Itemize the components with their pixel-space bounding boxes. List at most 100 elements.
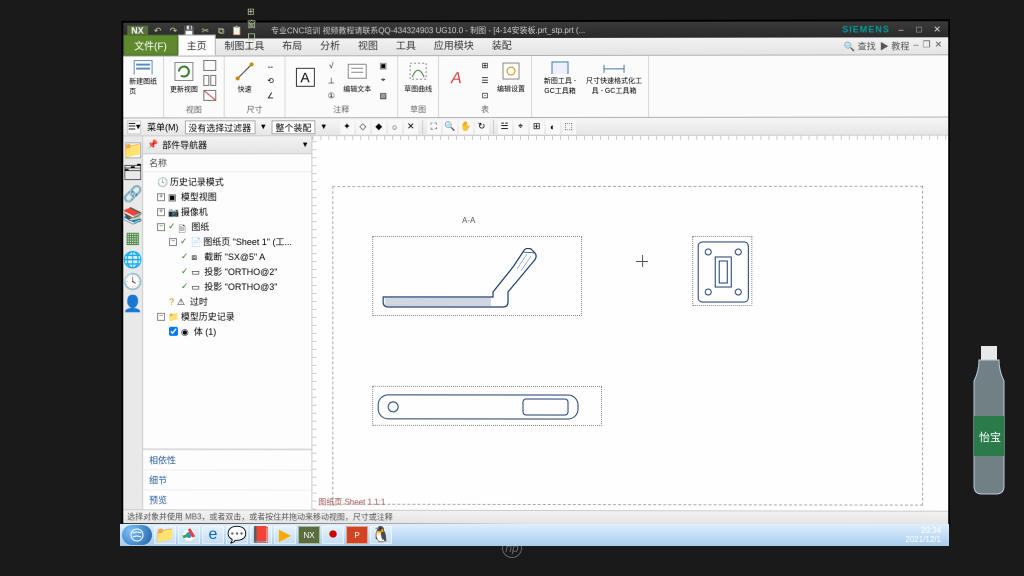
hole-table-icon[interactable]: ⊡ bbox=[477, 88, 493, 102]
note-button[interactable]: A bbox=[291, 58, 319, 96]
pdf-task-icon[interactable]: 📕 bbox=[250, 526, 272, 544]
collapse-icon[interactable]: − bbox=[157, 223, 165, 231]
hd3d-tab[interactable]: ▦ bbox=[125, 230, 141, 246]
wcs-icon[interactable]: ⌖ bbox=[514, 120, 528, 134]
tab-tools[interactable]: 工具 bbox=[387, 34, 425, 55]
view-zoom-icon[interactable]: 🔍 bbox=[443, 120, 457, 134]
gdt-icon[interactable]: ⌖ bbox=[375, 73, 391, 87]
explorer-task-icon[interactable]: 📁 bbox=[154, 526, 176, 544]
snap-intersect-icon[interactable]: ✕ bbox=[404, 120, 418, 134]
snap-mid-icon[interactable]: ◇ bbox=[356, 120, 370, 134]
collapse-icon[interactable]: − bbox=[169, 238, 177, 246]
selection-filter-combo[interactable]: 没有选择过滤器 bbox=[184, 120, 255, 134]
group-sheet: 新建图纸页 bbox=[123, 57, 164, 118]
sketch-curve-button[interactable]: 草图曲线 bbox=[404, 58, 432, 96]
weld-symbol-icon[interactable]: ⊥ bbox=[323, 73, 339, 87]
feature-checkbox[interactable] bbox=[169, 327, 178, 336]
chrome-task-icon[interactable] bbox=[178, 526, 200, 544]
projected-view-icon[interactable] bbox=[202, 73, 218, 87]
close-icon[interactable]: ✕ bbox=[930, 24, 944, 35]
menu-label[interactable]: 菜单(M) bbox=[147, 120, 178, 133]
hatch-icon[interactable]: ▨ bbox=[375, 88, 391, 102]
tab-layout[interactable]: 布局 bbox=[273, 34, 311, 55]
surface-finish-icon[interactable]: √ bbox=[323, 58, 339, 72]
angular-dim-icon[interactable]: ∠ bbox=[263, 88, 279, 102]
grid-icon[interactable]: ⊞ bbox=[530, 119, 544, 133]
radial-dim-icon[interactable]: ⟲ bbox=[263, 73, 279, 87]
expand-icon[interactable]: + bbox=[157, 208, 165, 216]
layer-icon[interactable]: ☱ bbox=[498, 120, 512, 134]
snap-center-icon[interactable]: ○ bbox=[388, 120, 402, 134]
preview-panel[interactable]: 预览 bbox=[143, 489, 311, 509]
view-rotate-icon[interactable]: ↻ bbox=[475, 120, 489, 134]
start-button[interactable] bbox=[122, 525, 152, 545]
expand-icon[interactable]: + bbox=[157, 193, 165, 201]
roles-tab[interactable]: 👤 bbox=[125, 296, 141, 312]
ie-task-icon[interactable]: e bbox=[202, 526, 224, 544]
wireframe-icon[interactable]: ⬚ bbox=[562, 119, 576, 133]
view-fit-icon[interactable]: ⛶ bbox=[427, 120, 441, 134]
snap-end-icon[interactable]: ◆ bbox=[372, 120, 386, 134]
tab-app-module[interactable]: 应用模块 bbox=[425, 34, 483, 55]
doc-restore-icon[interactable]: ❐ bbox=[922, 39, 930, 52]
tab-drawing-tools[interactable]: 制图工具 bbox=[216, 34, 274, 55]
doc-minimize-icon[interactable]: – bbox=[913, 39, 918, 52]
pin-icon[interactable]: 📌 bbox=[147, 139, 158, 150]
navigator-menu-icon[interactable]: ▾ bbox=[303, 139, 308, 150]
reuse-library-tab[interactable]: 📚 bbox=[125, 208, 141, 224]
doc-close-icon[interactable]: ✕ bbox=[935, 39, 943, 52]
parts-list-icon[interactable]: ☰ bbox=[477, 73, 493, 87]
edit-settings-button[interactable]: 编辑设置 bbox=[497, 58, 525, 96]
gc-dimension-format-button[interactable]: 尺寸快速格式化工具 - GC工具箱 bbox=[586, 58, 642, 96]
potplayer-task-icon[interactable]: ▶ bbox=[274, 526, 296, 544]
table-icon[interactable]: ⊞ bbox=[477, 58, 493, 72]
tab-analysis[interactable]: 分析 bbox=[311, 34, 349, 55]
minimize-icon[interactable]: – bbox=[894, 24, 908, 34]
text-format-button[interactable]: A bbox=[445, 58, 473, 96]
qq-task-icon[interactable]: 🐧 bbox=[370, 526, 392, 544]
update-view-button[interactable]: 更新视图 bbox=[170, 59, 198, 97]
drawing-canvas[interactable]: A-A bbox=[312, 136, 948, 511]
ribbon: 新建图纸页 更新视图 视图 bbox=[123, 55, 948, 118]
nx-task-icon[interactable]: NX bbox=[298, 526, 320, 544]
recorder-task-icon[interactable]: ⏺ bbox=[322, 526, 344, 544]
datum-icon[interactable]: ▣ bbox=[375, 58, 391, 72]
tab-view[interactable]: 视图 bbox=[349, 34, 387, 55]
base-view-icon[interactable] bbox=[202, 58, 218, 72]
navigator-tree[interactable]: 🕓历史记录模式 +▣模型视图 +📷摄像机 −✓🗎图纸 −✓📄图纸页 "Sheet… bbox=[143, 172, 311, 449]
edit-text-button[interactable]: 编辑文本 bbox=[343, 58, 371, 96]
tab-home[interactable]: 主页 bbox=[178, 35, 216, 56]
rapid-dimension-button[interactable]: 快速 bbox=[231, 58, 259, 96]
tree-item: −✓📄图纸页 "Sheet 1" (工... bbox=[169, 234, 309, 249]
section-view-icon[interactable] bbox=[202, 88, 218, 102]
system-tray[interactable]: 20:34 2021/12/1 bbox=[899, 526, 947, 544]
balloon-icon[interactable]: ① bbox=[323, 88, 339, 102]
history-tab[interactable]: 🕓 bbox=[125, 274, 141, 290]
shade-icon[interactable]: ◐ bbox=[546, 119, 560, 133]
selection-scope-combo[interactable]: 整个装配 bbox=[272, 120, 316, 134]
snap-point-icon[interactable]: ✦ bbox=[340, 120, 354, 134]
menu-dropdown[interactable]: ☰▾ bbox=[127, 120, 141, 134]
dependency-panel[interactable]: 相依性 bbox=[143, 449, 311, 469]
tutorial-link[interactable]: ▶ 教程 bbox=[880, 39, 910, 52]
tab-assembly[interactable]: 装配 bbox=[483, 34, 521, 55]
maximize-icon[interactable]: □ bbox=[912, 24, 926, 34]
bottom-ortho-view[interactable] bbox=[372, 386, 602, 426]
search-command[interactable]: 🔍 查找 bbox=[844, 39, 876, 52]
side-ortho-view[interactable] bbox=[692, 236, 752, 306]
linear-dim-icon[interactable]: ↔ bbox=[263, 58, 279, 72]
gc-drawing-tools-button[interactable]: 新图工具 - GC工具箱 bbox=[538, 58, 582, 96]
constraint-navigator-tab[interactable]: 🔗 bbox=[125, 186, 141, 202]
powerpoint-task-icon[interactable]: P bbox=[346, 526, 368, 544]
assembly-navigator-tab[interactable]: 🗂 bbox=[125, 164, 141, 180]
view-pan-icon[interactable]: ✋ bbox=[459, 120, 473, 134]
column-header[interactable]: 名称 bbox=[143, 154, 311, 172]
part-navigator-tab[interactable]: 📁 bbox=[125, 142, 141, 158]
file-menu[interactable]: 文件(F) bbox=[123, 35, 177, 56]
new-sheet-button[interactable]: 新建图纸页 bbox=[129, 59, 157, 97]
collapse-icon[interactable]: − bbox=[157, 312, 165, 320]
main-section-view[interactable] bbox=[372, 236, 582, 316]
browser-tab[interactable]: 🌐 bbox=[125, 252, 141, 268]
detail-panel[interactable]: 细节 bbox=[143, 469, 311, 489]
wechat-task-icon[interactable]: 💬 bbox=[226, 526, 248, 544]
